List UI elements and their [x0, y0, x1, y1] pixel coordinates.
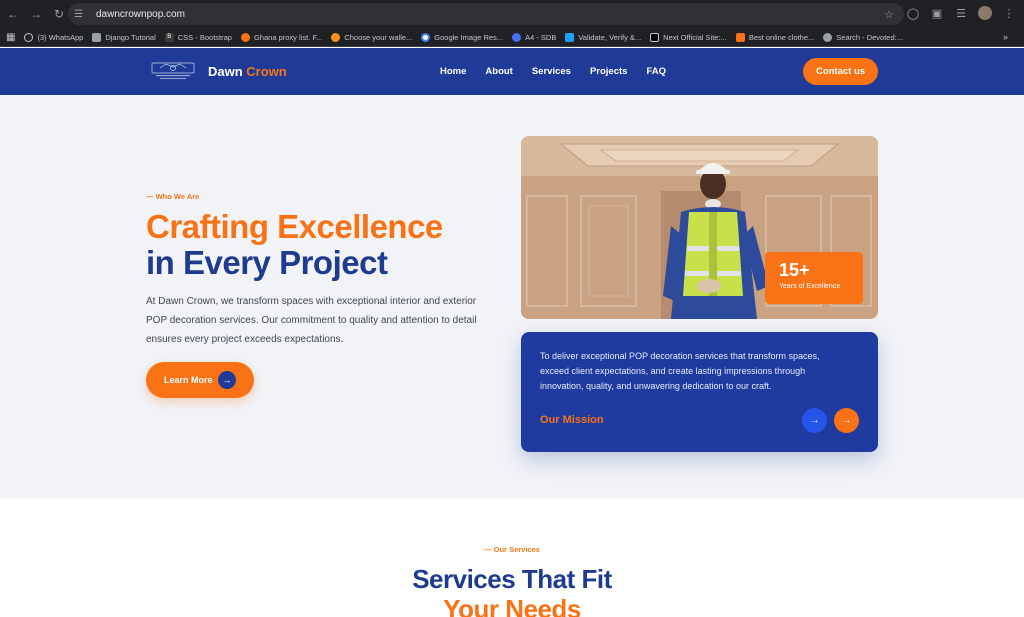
mission-title: Our Mission	[540, 414, 604, 426]
bookmark-item[interactable]: B CSS - Bootstrap	[164, 32, 232, 42]
services-title: Services That Fit Your Needs	[412, 564, 612, 617]
address-bar[interactable]: ☰ dawncrownpop.com ☆	[68, 3, 904, 25]
main-nav: Home About Services Projects FAQ	[440, 66, 666, 77]
experience-number: 15+	[779, 260, 810, 280]
bookmark-item[interactable]: Choose your walle...	[331, 32, 412, 42]
mission-card: To deliver exceptional POP decoration se…	[521, 332, 878, 452]
mission-text: To deliver exceptional POP decoration se…	[540, 351, 820, 391]
bookmark-item[interactable]: Ghana proxy list. F...	[240, 32, 322, 42]
extensions-icon[interactable]: ▣	[930, 6, 944, 20]
brand-name[interactable]: Dawn Crown	[208, 64, 287, 79]
bitcoin-icon	[331, 32, 341, 42]
proxy-icon	[240, 32, 250, 42]
validate-icon	[565, 32, 575, 42]
bootstrap-icon: B	[164, 32, 174, 42]
experience-badge: 15+ Years of Excellence	[765, 252, 863, 304]
experience-label: Years of Excellence	[779, 283, 841, 290]
contact-button[interactable]: Contact us	[803, 58, 878, 85]
bookmarks-bar: ▦ (3) WhatsApp Django Tutorial B CSS - Bo…	[0, 28, 1024, 47]
bookmark-item[interactable]: (3) WhatsApp	[24, 32, 83, 42]
logo-emblem-icon[interactable]	[150, 60, 196, 82]
nav-faq[interactable]: FAQ	[646, 66, 666, 77]
mission-next-button[interactable]: →	[834, 408, 859, 433]
whatsapp-icon	[24, 32, 34, 42]
globe-icon	[823, 32, 833, 42]
mission-prev-button[interactable]: →	[802, 408, 827, 433]
shield-icon[interactable]: ◯	[906, 6, 920, 20]
bookmark-item[interactable]: Google Image Res...	[421, 32, 503, 42]
clothes-icon	[735, 32, 745, 42]
next-icon	[650, 32, 660, 42]
bookmark-item[interactable]: A4 - SDB	[512, 32, 556, 42]
bookmark-item[interactable]: Validate, Verify &...	[565, 32, 641, 42]
a4-icon	[512, 32, 522, 42]
back-icon[interactable]: ←	[3, 4, 23, 24]
media-icon[interactable]: ☰	[954, 6, 968, 20]
hero-headline: Crafting Excellence in Every Project	[146, 208, 443, 281]
bookmark-star-icon[interactable]: ☆	[884, 8, 894, 21]
profile-avatar[interactable]	[978, 6, 992, 20]
nav-about[interactable]: About	[485, 66, 512, 77]
site-header: Dawn Crown Home About Services Projects …	[0, 48, 1024, 95]
apps-icon[interactable]: ▦	[6, 32, 15, 43]
learn-more-button[interactable]: Learn More →	[146, 362, 254, 398]
more-bookmarks-icon[interactable]: »	[1003, 32, 1008, 42]
nav-projects[interactable]: Projects	[590, 66, 628, 77]
nav-home[interactable]: Home	[440, 66, 466, 77]
arrow-right-icon: →	[218, 371, 236, 389]
hero-section: — Who We Are Crafting Excellence in Ever…	[0, 95, 1024, 498]
bookmark-item[interactable]: Best online clothe...	[735, 32, 814, 42]
services-section: — Our Services Services That Fit Your Ne…	[0, 498, 1024, 617]
arrow-right-icon: →	[841, 415, 852, 426]
bookmark-item[interactable]: Next Official Site:...	[650, 32, 727, 42]
nav-services[interactable]: Services	[532, 66, 571, 77]
google-icon	[421, 32, 431, 42]
url-text[interactable]: dawncrownpop.com	[96, 9, 185, 20]
services-eyebrow: — Our Services	[484, 545, 540, 554]
arrow-right-icon: →	[809, 415, 820, 426]
forward-icon[interactable]: →	[26, 4, 46, 24]
django-icon	[92, 32, 102, 42]
site-settings-icon[interactable]: ☰	[74, 9, 90, 20]
bookmark-item[interactable]: Search - Devoted:...	[823, 32, 903, 42]
reload-icon[interactable]: ↻	[49, 4, 69, 24]
menu-icon[interactable]: ⋮	[1002, 6, 1016, 20]
hero-eyebrow: — Who We Are	[146, 192, 200, 201]
bookmark-item[interactable]: Django Tutorial	[92, 32, 156, 42]
browser-toolbar: ← → ↻ ☰ dawncrownpop.com ☆ ◯ ▣ ☰ ⋮	[0, 0, 1024, 28]
hero-description: At Dawn Crown, we transform spaces with …	[146, 296, 477, 345]
